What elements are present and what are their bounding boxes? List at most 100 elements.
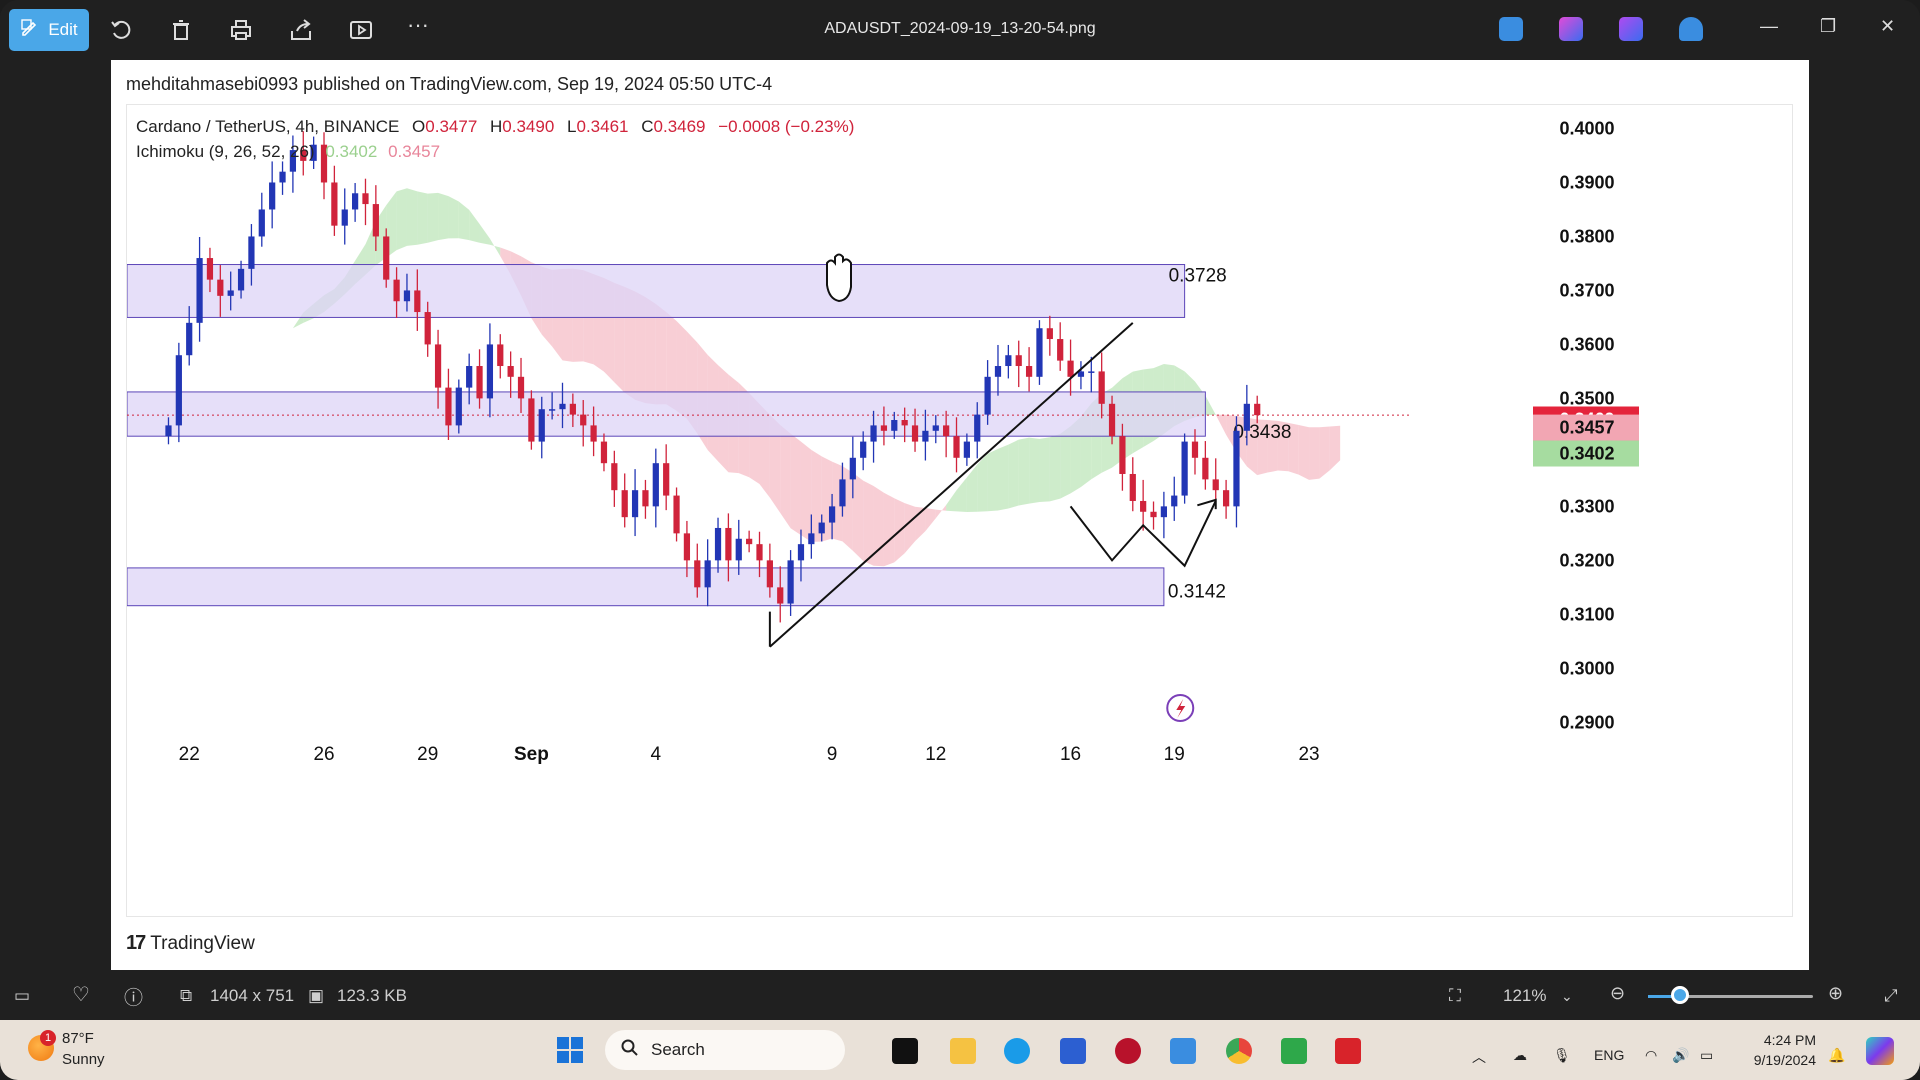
photos-app-icon[interactable] [1170,1038,1196,1064]
weather-temperature[interactable]: 87°F [62,1030,94,1047]
kumo-segment [489,238,501,257]
candle-body [331,182,338,226]
candle-body [974,414,981,442]
weather-condition[interactable]: Sunny [62,1051,105,1068]
candle-body [932,425,939,431]
clipchamp-app-icon[interactable] [1619,17,1643,41]
tray-chevron-icon[interactable]: ︿ [1472,1047,1486,1067]
candle-body [611,463,618,491]
designer-app-icon[interactable] [1559,17,1583,41]
y-axis-tick-label: 0.3200 [1559,550,1614,570]
kumo-segment [925,507,936,532]
zoom-dropdown-chevron-icon[interactable]: ⌄ [1561,988,1573,1005]
candle-body [911,425,919,442]
close-icon[interactable]: ✕ [1880,16,1895,37]
zoom-out-icon[interactable]: ⊖ [1610,983,1625,1004]
candle-body [694,560,701,588]
candle-body [901,420,908,426]
clock-time[interactable]: 4:24 PM [1748,1032,1816,1048]
wifi-icon[interactable]: ◠ [1645,1047,1657,1064]
candle-body [362,193,369,205]
zoom-level[interactable]: 121% [1503,986,1546,1006]
chrome-browser-icon[interactable] [1226,1038,1252,1064]
fullscreen-icon[interactable]: ⤢ [1884,986,1898,1006]
copilot-icon[interactable] [1866,1037,1894,1065]
close-label: C [641,117,654,136]
published-line: mehditahmasebi0993 published on TradingV… [126,74,773,94]
clock-date[interactable]: 9/19/2024 [1740,1052,1816,1068]
candle-body [943,425,950,437]
info-icon[interactable]: ⓘ [124,983,143,1010]
red-app-icon[interactable] [1335,1038,1361,1064]
fit-to-window-icon[interactable]: ⛶ [1449,986,1461,1006]
kumo-segment [406,188,418,246]
candle-body [1098,371,1105,404]
candle-body [466,366,473,388]
candle-body [1140,500,1147,512]
cloud-off-icon[interactable]: ☁ [1513,1047,1527,1064]
battery-icon[interactable]: ▭ [1700,1047,1713,1064]
taskbar-search-box[interactable]: Search [605,1030,845,1070]
zoom-slider-handle[interactable] [1671,986,1689,1004]
candle-body [1171,495,1178,507]
axis-price-tag-value: 0.3457 [1559,418,1614,438]
kumo-segment [1029,437,1040,504]
candle-body [476,366,483,399]
windows-start-icon[interactable] [556,1036,584,1064]
x-axis-tick-label: 26 [313,744,334,765]
zoom-in-icon[interactable]: ⊕ [1828,983,1843,1004]
candle-body [1222,490,1230,507]
candle-body [341,209,348,226]
candle-body [1088,371,1095,373]
x-axis-tick-label: 29 [417,744,438,765]
search-icon [621,1039,639,1062]
edge-browser-icon[interactable] [1004,1038,1030,1064]
chart-svg: 0.3728 0.3438 0.3142 0.4000 0.3900 0.3800 0.37… [127,118,1639,765]
candle-body [538,409,545,442]
candle-body [1046,328,1053,340]
pinterest-app-icon[interactable] [1115,1038,1141,1064]
candle-body [393,279,400,302]
onedrive-off-icon[interactable] [1679,17,1703,41]
candle-body [434,344,442,388]
candle-body [517,376,525,399]
microphone-icon[interactable]: 🎙 [1553,1047,1571,1064]
notification-bell-icon[interactable]: 🔔 [1828,1047,1845,1064]
candle-body [1243,403,1250,431]
candle-body [248,236,255,269]
candle-body [486,344,494,399]
restore-icon[interactable]: ❐ [1820,16,1836,37]
y-axis-tick-label: 0.3500 [1559,388,1614,408]
photo-editor-app-icon[interactable] [1499,17,1523,41]
save-icon: ▣ [308,986,325,1005]
kumo-segment [780,425,791,529]
low-label: L [567,117,577,136]
kumo-segment [448,196,459,239]
green-app-icon[interactable] [1281,1038,1307,1064]
kumo-segment [1060,426,1071,499]
candle-body [1108,403,1116,437]
candle-body [860,441,867,458]
candle-body [1233,430,1240,507]
indicator-value-2: 0.3457 [388,142,441,161]
language-indicator[interactable]: ENG [1594,1047,1624,1063]
candle-body [269,182,276,210]
candle-body [1181,441,1188,496]
filmstrip-icon[interactable]: ▭ [14,986,30,1006]
kumo-segment [852,472,864,561]
terminal-app-icon[interactable] [892,1038,918,1064]
candle-body [549,409,556,411]
favorite-icon[interactable]: ♡ [72,982,90,1007]
candle-body [227,290,234,296]
candle-body [1150,511,1157,518]
kumo-segment [1329,425,1341,471]
volume-icon[interactable]: 🔊 [1672,1047,1689,1064]
store-app-icon[interactable] [1060,1038,1086,1064]
indicator-name: Ichimoku (9, 26, 52, 26) [136,142,315,161]
file-explorer-icon[interactable] [950,1038,976,1064]
kumo-segment [1018,437,1030,506]
kumo-segment [427,192,439,243]
open-label: O [412,117,426,136]
minimize-icon[interactable]: — [1760,16,1778,37]
search-label: Search [651,1040,705,1059]
